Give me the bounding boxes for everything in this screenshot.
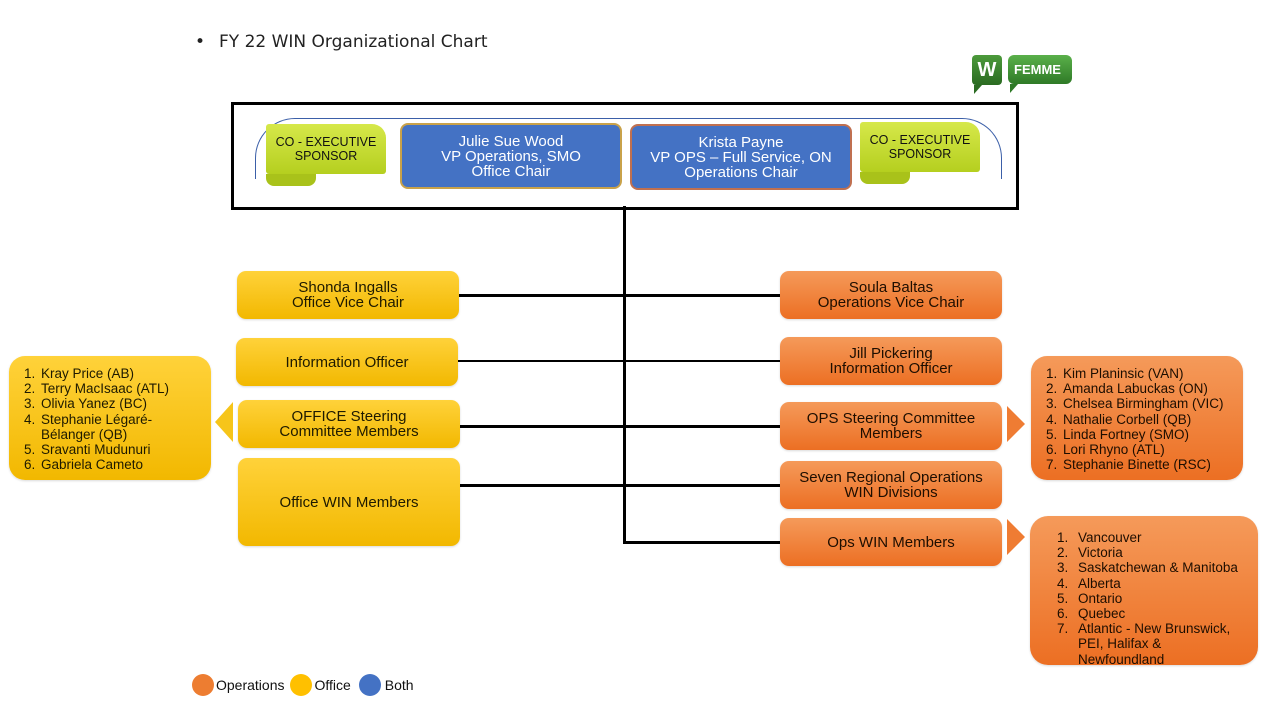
operations-chair-box: Krista Payne VP OPS – Full Service, ON O…	[630, 124, 852, 190]
list-item: Kim Planinsic (VAN)	[1061, 366, 1233, 381]
operations-chair-role: Operations Chair	[684, 163, 798, 181]
ops-steering-members-list: Kim Planinsic (VAN) Amanda Labuckas (ON)…	[1031, 356, 1243, 480]
list-item: Quebec	[1072, 606, 1248, 621]
legend-operations: Operations	[216, 677, 285, 693]
office-steering-members-list: Kray Price (AB) Terry MacIsaac (ATL) Oli…	[9, 356, 211, 480]
office-vice-chair-box: Shonda Ingalls Office Vice Chair	[237, 271, 459, 319]
office-chair-role: Office Chair	[471, 162, 551, 180]
connector-vice-chairs	[458, 294, 781, 297]
operations-info-officer-name: Jill Pickering	[849, 345, 933, 362]
list-item: Alberta	[1072, 576, 1248, 591]
ribbon-tail	[860, 172, 910, 184]
operations-info-officer-box: Jill Pickering Information Officer	[780, 337, 1002, 385]
office-info-officer-label: Information Officer	[285, 353, 409, 371]
list-item: Victoria	[1072, 545, 1248, 560]
legend: Operations Office Both	[192, 674, 414, 696]
slide-title: • FY 22 WIN Organizational Chart	[195, 32, 488, 52]
ribbon-tail	[266, 174, 316, 186]
regional-divisions-line2: WIN Divisions	[844, 484, 938, 501]
office-chair-name: Julie Sue Wood	[458, 132, 564, 150]
connector-steering	[458, 425, 781, 428]
list-item: Gabriela Cameto	[39, 457, 201, 472]
both-dot-icon	[358, 674, 381, 696]
office-vice-chair-role: Office Vice Chair	[292, 294, 404, 311]
list-item: Linda Fortney (SMO)	[1061, 427, 1233, 442]
list-item: Kray Price (AB)	[39, 366, 201, 381]
ops-steering-line1: OPS Steering Committee	[806, 410, 976, 427]
ops-win-members-label: Ops WIN Members	[827, 533, 955, 551]
bullet-icon: •	[195, 32, 206, 52]
legend-both: Both	[384, 677, 414, 693]
sponsor-right: CO - EXECUTIVE SPONSOR	[860, 122, 980, 184]
list-item: Nathalie Corbell (QB)	[1061, 412, 1233, 427]
sponsor-left-label: CO - EXECUTIVE SPONSOR	[266, 124, 386, 174]
ops-steering-line2: Members	[859, 425, 923, 442]
ops-win-members-box: Ops WIN Members	[780, 518, 1002, 566]
office-steering-line2: Committee Members	[279, 423, 419, 440]
office-win-members-box: Office WIN Members	[238, 458, 460, 546]
list-item: Terry MacIsaac (ATL)	[39, 381, 201, 396]
office-chair-title: VP Operations, SMO	[441, 147, 581, 165]
office-info-officer-box: Information Officer	[236, 338, 458, 386]
list-item: Vancouver	[1072, 530, 1248, 545]
trunk-connector	[623, 206, 626, 544]
operations-chair-title: VP OPS – Full Service, ON	[650, 148, 832, 166]
operations-vice-chair-name: Soula Baltas	[848, 279, 934, 296]
arrow-right-icon	[1007, 519, 1025, 555]
list-item: Chelsea Birmingham (VIC)	[1061, 396, 1233, 411]
office-steering-line1: OFFICE Steering	[291, 408, 407, 425]
office-win-members-label: Office WIN Members	[279, 493, 419, 511]
sponsor-left: CO - EXECUTIVE SPONSOR	[266, 124, 386, 186]
list-item: Saskatchewan & Manitoba	[1072, 560, 1248, 575]
regional-divisions-line1: Seven Regional Operations	[799, 469, 983, 486]
office-vice-chair-name: Shonda Ingalls	[298, 279, 398, 296]
operations-dot-icon	[192, 674, 214, 696]
legend-office: Office	[314, 677, 351, 693]
operations-vice-chair-role: Operations Vice Chair	[817, 294, 965, 311]
list-item: Amanda Labuckas (ON)	[1061, 381, 1233, 396]
connector-ops-win	[623, 541, 781, 544]
list-item: Olivia Yanez (BC)	[39, 396, 201, 411]
regional-divisions-box: Seven Regional Operations WIN Divisions	[780, 461, 1002, 509]
list-item: Stephanie Légaré-Bélanger (QB)	[39, 412, 201, 442]
office-chair-box: Julie Sue Wood VP Operations, SMO Office…	[400, 123, 622, 189]
operations-vice-chair-box: Soula Baltas Operations Vice Chair	[780, 271, 1002, 319]
list-item: Stephanie Binette (RSC)	[1061, 457, 1233, 472]
ops-steering-box: OPS Steering Committee Members	[780, 402, 1002, 450]
list-item: Ontario	[1072, 591, 1248, 606]
operations-chair-name: Krista Payne	[698, 133, 784, 151]
connector-win-members	[458, 484, 781, 487]
arrow-right-icon	[1007, 406, 1025, 442]
list-item: Lori Rhyno (ATL)	[1061, 442, 1233, 457]
win-logo-icon: W	[972, 55, 1002, 94]
office-dot-icon	[290, 674, 313, 696]
connector-info-officers	[458, 360, 781, 362]
slide-title-text: FY 22 WIN Organizational Chart	[219, 32, 488, 52]
operations-info-officer-role: Information Officer	[829, 360, 953, 377]
femme-logo: FEMME	[1008, 55, 1072, 93]
sponsor-right-label: CO - EXECUTIVE SPONSOR	[860, 122, 980, 172]
office-steering-box: OFFICE Steering Committee Members	[238, 400, 460, 448]
arrow-left-icon	[215, 402, 233, 442]
ops-regions-list: Vancouver Victoria Saskatchewan & Manito…	[1030, 516, 1258, 667]
list-item: Sravanti Mudunuri	[39, 442, 201, 457]
list-item: Atlantic - New Brunswick, PEI, Halifax &…	[1072, 621, 1248, 667]
